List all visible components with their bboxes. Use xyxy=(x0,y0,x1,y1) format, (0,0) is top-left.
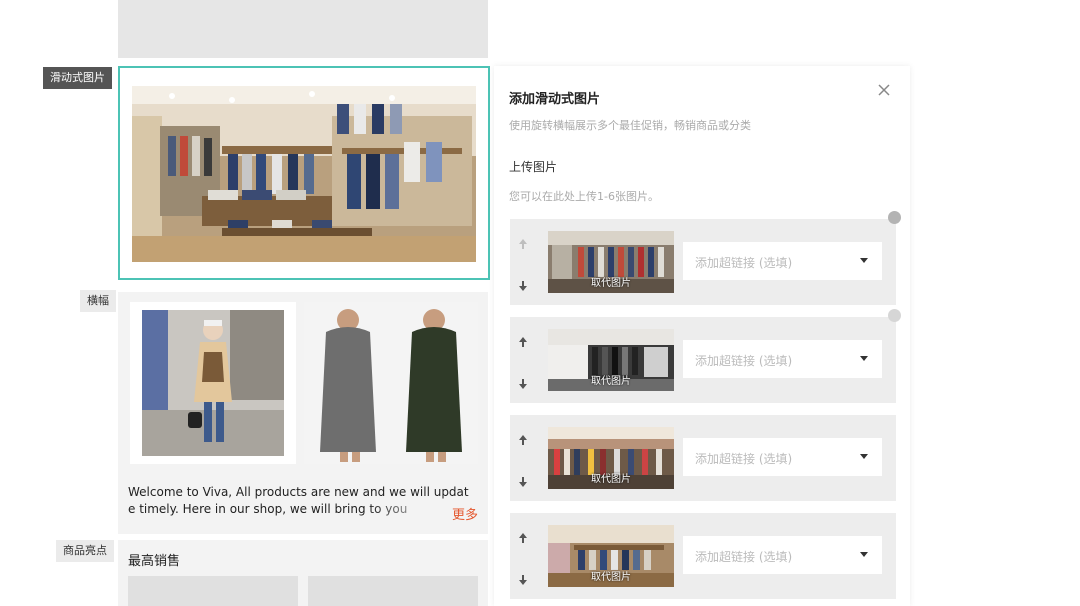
chevron-down-icon xyxy=(860,552,868,557)
panel-title: 添加滑动式图片 xyxy=(509,92,601,107)
highlights-section[interactable]: 最高销售 xyxy=(118,540,488,606)
link-dropdown-placeholder: 添加超链接 (选填) xyxy=(695,354,793,368)
replace-image-label: 取代图片 xyxy=(591,572,631,583)
link-dropdown-placeholder: 添加超链接 (选填) xyxy=(695,550,793,564)
link-dropdown-placeholder: 添加超链接 (选填) xyxy=(695,452,793,466)
remove-dot-icon[interactable] xyxy=(888,309,901,322)
chevron-down-icon xyxy=(860,258,868,263)
upload-title: 上传图片 xyxy=(509,160,558,174)
replace-image-label: 取代图片 xyxy=(591,474,631,485)
replace-image-label: 取代图片 xyxy=(591,376,631,387)
replace-image-label: 取代图片 xyxy=(591,278,631,289)
arrow-down-icon[interactable] xyxy=(517,571,529,585)
slider-editor-panel: 添加滑动式图片 使用旋转横幅展示多个最佳促销，畅销商品或分类 上传图片 您可以在… xyxy=(494,66,910,606)
banner-image-left xyxy=(130,302,296,464)
image-row: 取代图片 添加超链接 (选填) xyxy=(510,513,896,599)
row-image-thumbnail[interactable]: 取代图片 xyxy=(548,525,674,587)
panel-description: 使用旋转横幅展示多个最佳促销，畅销商品或分类 xyxy=(509,119,751,132)
slider-image xyxy=(132,86,476,262)
arrow-up-icon[interactable] xyxy=(517,529,529,543)
section-label-slider[interactable]: 滑动式图片 xyxy=(43,67,112,89)
row-order-controls xyxy=(510,317,534,403)
banner-image-right xyxy=(304,302,478,464)
best-seller-card xyxy=(308,576,478,606)
link-dropdown[interactable]: 添加超链接 (选填) xyxy=(683,438,882,476)
link-dropdown[interactable]: 添加超链接 (选填) xyxy=(683,340,882,378)
image-row: 取代图片 添加超链接 (选填) xyxy=(510,415,896,501)
section-label-banner[interactable]: 横幅 xyxy=(80,290,116,312)
banner-section[interactable]: Welcome to Viva, All products are new an… xyxy=(118,292,488,534)
row-order-controls xyxy=(510,513,534,599)
slider-section[interactable] xyxy=(118,66,490,280)
row-order-controls xyxy=(510,219,534,305)
more-link[interactable]: 更多 xyxy=(452,504,478,523)
store-editor: 滑动式图片 横幅 商品亮点 Welcome to Viva, All produ… xyxy=(0,0,1080,606)
link-dropdown[interactable]: 添加超链接 (选填) xyxy=(683,242,882,280)
link-dropdown[interactable]: 添加超链接 (选填) xyxy=(683,536,882,574)
arrow-down-icon[interactable] xyxy=(517,375,529,389)
row-image-thumbnail[interactable]: 取代图片 xyxy=(548,329,674,391)
close-icon[interactable] xyxy=(876,82,892,98)
chevron-down-icon xyxy=(860,356,868,361)
link-dropdown-placeholder: 添加超链接 (选填) xyxy=(695,256,793,270)
best-seller-card xyxy=(128,576,298,606)
remove-dot-icon[interactable] xyxy=(888,211,901,224)
best-sellers-title: 最高销售 xyxy=(128,554,181,569)
upload-hint: 您可以在此处上传1-6张图片。 xyxy=(509,190,659,203)
arrow-up-icon[interactable] xyxy=(517,333,529,347)
banner-description-line1: Welcome to Viva, All products are new an… xyxy=(128,485,469,499)
chevron-down-icon xyxy=(860,454,868,459)
row-order-controls xyxy=(510,415,534,501)
arrow-down-icon[interactable] xyxy=(517,277,529,291)
section-placeholder-top[interactable] xyxy=(118,0,488,58)
arrow-up-icon[interactable] xyxy=(517,431,529,445)
section-label-highlights[interactable]: 商品亮点 xyxy=(56,540,114,562)
arrow-up-icon xyxy=(517,235,529,249)
image-row: 取代图片 添加超链接 (选填) xyxy=(510,219,896,305)
row-image-thumbnail[interactable]: 取代图片 xyxy=(548,231,674,293)
row-image-thumbnail[interactable]: 取代图片 xyxy=(548,427,674,489)
image-row: 取代图片 添加超链接 (选填) xyxy=(510,317,896,403)
arrow-down-icon[interactable] xyxy=(517,473,529,487)
banner-description: Welcome to Viva, All products are new an… xyxy=(128,484,478,518)
